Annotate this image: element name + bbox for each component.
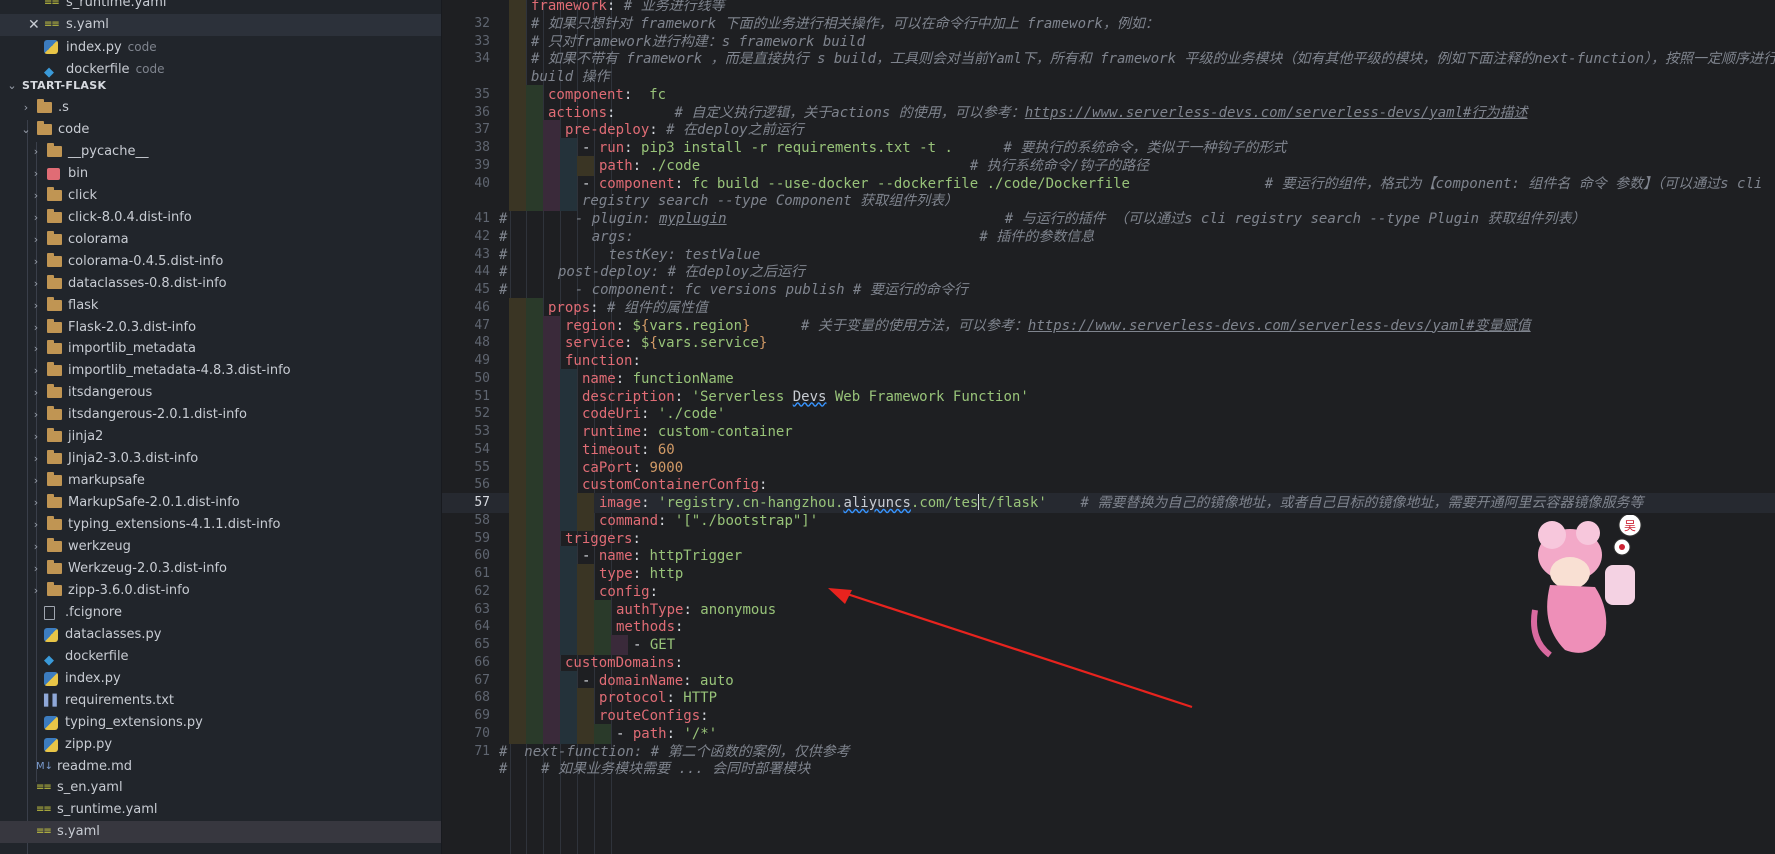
arrow-shaft [837, 589, 1193, 709]
annotation-arrow [828, 588, 1193, 709]
sticker-badge-text: 吴 [1624, 519, 1636, 533]
arrow-head [828, 588, 852, 604]
anime-character-sticker: 吴 [1531, 515, 1642, 658]
